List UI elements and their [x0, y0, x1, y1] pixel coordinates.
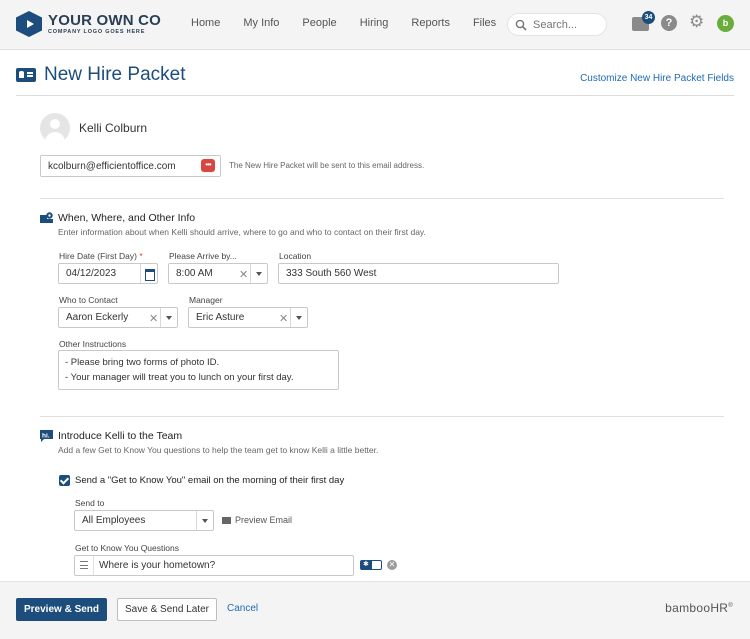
preview-email-link[interactable]: Preview Email: [222, 515, 292, 525]
help-icon[interactable]: ?: [661, 15, 677, 31]
id-card-icon: [16, 68, 36, 82]
preview-send-button[interactable]: Preview & Send: [16, 598, 107, 621]
logo-main-text: YOUR OWN CO: [48, 11, 162, 29]
get-to-know-checkbox-label[interactable]: Send a "Get to Know You" email on the mo…: [75, 475, 344, 486]
email-note: The New Hire Packet will be sent to this…: [229, 161, 425, 170]
svg-text:hi.: hi.: [42, 433, 50, 440]
questions-label: Get to Know You Questions: [75, 543, 179, 553]
question-value: Where is your hometown?: [99, 560, 216, 571]
location-label: Location: [279, 251, 312, 261]
contact-select[interactable]: Aaron Eckerly ✕: [58, 307, 178, 328]
nav-home[interactable]: Home: [191, 17, 220, 29]
when-where-description: Enter information about when Kelli shoul…: [58, 227, 426, 237]
map-pin-icon: [40, 212, 53, 223]
chevron-down-icon[interactable]: [250, 264, 267, 283]
employee-name: Kelli Colburn: [79, 121, 148, 135]
manager-select[interactable]: Eric Asture ✕: [188, 307, 308, 328]
required-toggle-icon[interactable]: [360, 560, 382, 570]
location-value: 333 South 560 West: [286, 268, 377, 279]
hexagon-logo-icon: [16, 11, 42, 37]
manager-label: Manager: [189, 295, 223, 305]
envelope-icon: [222, 516, 231, 524]
checkbox-checked-icon[interactable]: [59, 475, 70, 486]
hire-date-input[interactable]: 04/12/2023: [58, 263, 158, 284]
clear-icon[interactable]: ✕: [239, 268, 248, 281]
section-divider: [40, 198, 724, 199]
contact-label: Who to Contact: [59, 295, 118, 305]
send-to-select[interactable]: All Employees: [74, 510, 214, 531]
search-icon: [515, 19, 527, 31]
instructions-textarea[interactable]: - Please bring two forms of photo ID. - …: [58, 350, 339, 390]
inbox-count-badge: 34: [642, 11, 655, 24]
save-send-later-button[interactable]: Save & Send Later: [117, 598, 217, 621]
preview-email-text: Preview Email: [235, 515, 293, 525]
hi-chat-icon: hi.: [40, 430, 53, 442]
remove-icon[interactable]: ✕: [387, 560, 397, 570]
arrive-by-label: Please Arrive by...: [169, 251, 237, 261]
more-options-icon[interactable]: •••: [201, 159, 215, 172]
introduce-title: Introduce Kelli to the Team: [58, 430, 183, 442]
section-divider: [40, 416, 724, 417]
clear-icon[interactable]: ✕: [279, 312, 288, 325]
email-field[interactable]: kcolburn@efficientoffice.com •••: [40, 155, 221, 177]
top-nav: YOUR OWN CO COMPANY LOGO GOES HERE Home …: [0, 0, 750, 50]
question-input[interactable]: Where is your hometown?: [74, 555, 354, 576]
question-separator: [93, 556, 94, 575]
nav-files[interactable]: Files: [473, 17, 496, 29]
chevron-down-icon[interactable]: [196, 511, 213, 530]
nav-people[interactable]: People: [302, 17, 336, 29]
footer-bar: Preview & Send Save & Send Later Cancel …: [0, 581, 750, 639]
header-divider: [16, 95, 734, 96]
email-value: kcolburn@efficientoffice.com: [48, 160, 176, 172]
user-avatar[interactable]: b: [717, 15, 734, 32]
gear-icon[interactable]: ⚙: [689, 12, 704, 32]
clear-icon[interactable]: ✕: [149, 312, 158, 325]
drag-handle-icon[interactable]: [80, 561, 88, 569]
send-to-label: Send to: [75, 498, 105, 508]
chevron-down-icon[interactable]: [160, 308, 177, 327]
nav-hiring[interactable]: Hiring: [360, 17, 389, 29]
search-box[interactable]: [507, 13, 607, 36]
company-logo[interactable]: YOUR OWN CO COMPANY LOGO GOES HERE: [16, 11, 161, 37]
employee-avatar: [40, 113, 70, 143]
send-to-value: All Employees: [82, 515, 146, 526]
page-title: New Hire Packet: [44, 64, 186, 85]
bamboohr-logo: bambooHR®: [665, 601, 733, 615]
when-where-title: When, Where, and Other Info: [58, 212, 196, 224]
nav-reports[interactable]: Reports: [411, 17, 450, 29]
contact-value: Aaron Eckerly: [66, 312, 129, 323]
logo-sub-text: COMPANY LOGO GOES HERE: [48, 28, 146, 35]
instructions-line: - Please bring two forms of photo ID.: [65, 357, 220, 368]
cancel-link[interactable]: Cancel: [227, 603, 258, 614]
customize-fields-link[interactable]: Customize New Hire Packet Fields: [580, 73, 734, 84]
instructions-line: - Your manager will treat you to lunch o…: [65, 372, 294, 383]
nav-my-info[interactable]: My Info: [243, 17, 279, 29]
arrive-by-select[interactable]: 8:00 AM ✕: [168, 263, 268, 284]
location-input[interactable]: 333 South 560 West: [278, 263, 559, 284]
instructions-label: Other Instructions: [59, 339, 127, 349]
introduce-description: Add a few Get to Know You questions to h…: [58, 445, 379, 455]
main-nav: Home My Info People Hiring Reports Files: [191, 17, 519, 29]
manager-value: Eric Asture: [196, 312, 245, 323]
arrive-by-value: 8:00 AM: [176, 268, 213, 279]
search-input[interactable]: [533, 18, 603, 31]
hire-date-label: Hire Date (First Day) *: [59, 251, 143, 261]
chevron-down-icon[interactable]: [290, 308, 307, 327]
hire-date-value: 04/12/2023: [66, 268, 117, 279]
calendar-icon[interactable]: [140, 264, 157, 283]
